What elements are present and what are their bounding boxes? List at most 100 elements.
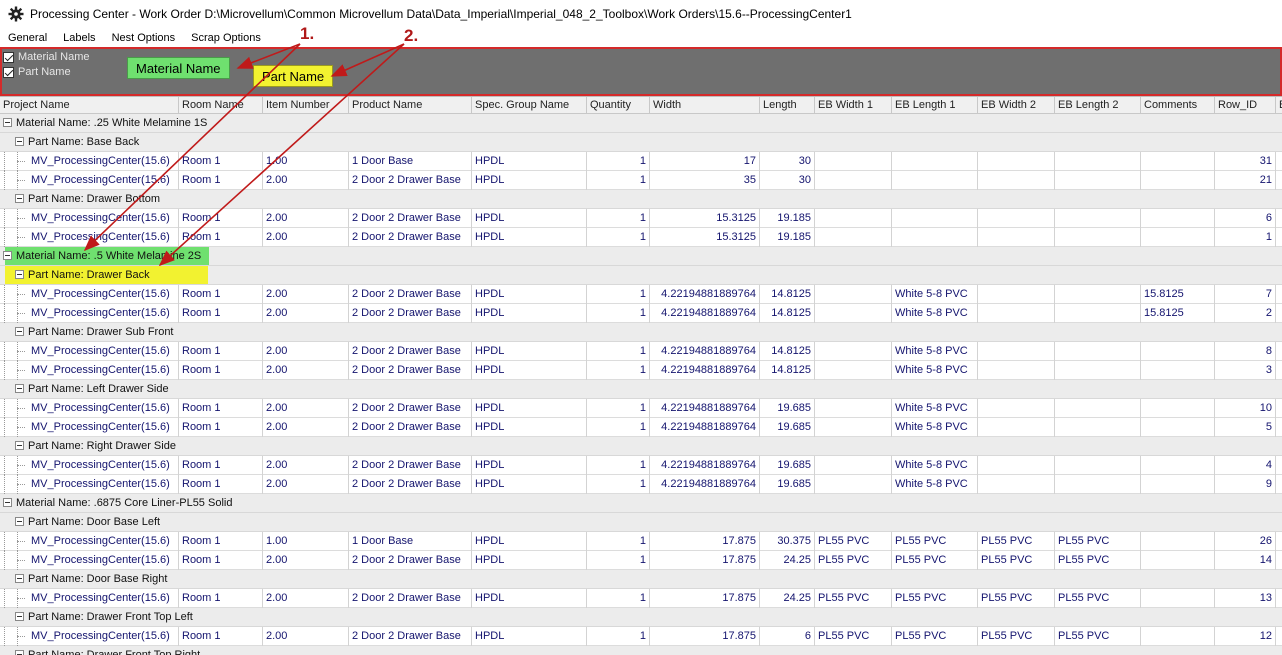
cell-item-number[interactable]: 2.00 [263,285,349,304]
cell-product-name[interactable]: 2 Door 2 Drawer Base [349,551,472,570]
cell-width[interactable]: 15.3125 [650,228,760,247]
cell-eb-width-2[interactable] [978,171,1055,190]
col-b[interactable]: B [1276,97,1282,114]
cell-eb-width-1[interactable]: PL55 PVC [815,532,892,551]
cell-quantity[interactable]: 1 [587,418,650,437]
table-row[interactable]: MV_ProcessingCenter(15.6) Room 1 2.00 2 Doo… [0,589,1282,608]
cell-project-name[interactable]: MV_ProcessingCenter(15.6) [28,152,179,171]
col-eb-width-1[interactable]: EB Width 1 [815,97,892,114]
cell-eb-length-1[interactable]: White 5-8 PVC [892,475,978,494]
cell-room-name[interactable]: Room 1 [179,532,263,551]
cell-item-number[interactable]: 2.00 [263,627,349,646]
cell-eb-width-1[interactable]: PL55 PVC [815,589,892,608]
cell-quantity[interactable]: 1 [587,285,650,304]
cell-eb-width-2[interactable] [978,228,1055,247]
part-group-row[interactable]: Part Name: Base Back [0,133,1282,152]
menu-general[interactable]: General [0,30,55,46]
cell-quantity[interactable]: 1 [587,589,650,608]
cell-width[interactable]: 17.875 [650,532,760,551]
cell-row-id[interactable]: 12 [1215,627,1276,646]
cell-comments[interactable] [1141,475,1215,494]
cell-comments[interactable] [1141,171,1215,190]
col-width[interactable]: Width [650,97,760,114]
cell-project-name[interactable]: MV_ProcessingCenter(15.6) [28,171,179,190]
cell-quantity[interactable]: 1 [587,551,650,570]
cell-project-name[interactable]: MV_ProcessingCenter(15.6) [28,627,179,646]
cell-spec-group-name[interactable]: HPDL [472,399,587,418]
cell-room-name[interactable]: Room 1 [179,342,263,361]
cell-project-name[interactable]: MV_ProcessingCenter(15.6) [28,361,179,380]
cell-comments[interactable]: 15.8125 [1141,304,1215,323]
cell-eb-width-1[interactable] [815,361,892,380]
cell-room-name[interactable]: Room 1 [179,589,263,608]
cell-eb-width-1[interactable] [815,228,892,247]
group-chip-material-name[interactable]: Material Name [127,57,230,79]
cell-spec-group-name[interactable]: HPDL [472,418,587,437]
collapse-toggle-icon[interactable] [15,441,24,450]
cell-eb-length-2[interactable] [1055,228,1141,247]
cell-row-id[interactable]: 4 [1215,456,1276,475]
cell-eb-length-2[interactable] [1055,152,1141,171]
cell-eb-length-1[interactable]: White 5-8 PVC [892,361,978,380]
table-row[interactable]: MV_ProcessingCenter(15.6) Room 1 2.00 2 Doo… [0,551,1282,570]
cell-product-name[interactable]: 2 Door 2 Drawer Base [349,209,472,228]
table-row[interactable]: MV_ProcessingCenter(15.6) Room 1 2.00 2 Doo… [0,171,1282,190]
cell-comments[interactable] [1141,589,1215,608]
table-row[interactable]: MV_ProcessingCenter(15.6) Room 1 2.00 2 Doo… [0,285,1282,304]
material-name-checkbox-row[interactable]: Material Name [3,51,90,63]
cell-quantity[interactable]: 1 [587,152,650,171]
cell-row-id[interactable]: 7 [1215,285,1276,304]
cell-project-name[interactable]: MV_ProcessingCenter(15.6) [28,418,179,437]
cell-eb-width-1[interactable] [815,342,892,361]
col-item-number[interactable]: Item Number [263,97,349,114]
menu-nest-options[interactable]: Nest Options [104,30,184,46]
cell-project-name[interactable]: MV_ProcessingCenter(15.6) [28,228,179,247]
cell-eb-length-2[interactable] [1055,418,1141,437]
cell-comments[interactable] [1141,456,1215,475]
cell-eb-length-1[interactable]: White 5-8 PVC [892,456,978,475]
cell-eb-width-1[interactable] [815,304,892,323]
cell-eb-width-2[interactable] [978,285,1055,304]
cell-length[interactable]: 19.685 [760,456,815,475]
table-row[interactable]: MV_ProcessingCenter(15.6) Room 1 2.00 2 Doo… [0,361,1282,380]
cell-eb-width-2[interactable] [978,209,1055,228]
cell-quantity[interactable]: 1 [587,209,650,228]
collapse-toggle-icon[interactable] [15,270,24,279]
collapse-toggle-icon[interactable] [15,327,24,336]
cell-spec-group-name[interactable]: HPDL [472,475,587,494]
cell-quantity[interactable]: 1 [587,304,650,323]
cell-width[interactable]: 4.22194881889764 [650,304,760,323]
menu-scrap-options[interactable]: Scrap Options [183,30,269,46]
collapse-toggle-icon[interactable] [15,137,24,146]
part-group-row[interactable]: Part Name: Drawer Bottom [0,190,1282,209]
col-eb-width-2[interactable]: EB Width 2 [978,97,1055,114]
cell-product-name[interactable]: 2 Door 2 Drawer Base [349,304,472,323]
cell-product-name[interactable]: 2 Door 2 Drawer Base [349,456,472,475]
table-row[interactable]: MV_ProcessingCenter(15.6) Room 1 2.00 2 Doo… [0,209,1282,228]
cell-width[interactable]: 15.3125 [650,209,760,228]
cell-length[interactable]: 14.8125 [760,285,815,304]
table-row[interactable]: MV_ProcessingCenter(15.6) Room 1 2.00 2 Doo… [0,399,1282,418]
cell-eb-width-1[interactable] [815,152,892,171]
cell-item-number[interactable]: 2.00 [263,589,349,608]
cell-eb-width-1[interactable] [815,418,892,437]
cell-length[interactable]: 14.8125 [760,361,815,380]
cell-item-number[interactable]: 2.00 [263,418,349,437]
cell-product-name[interactable]: 2 Door 2 Drawer Base [349,418,472,437]
cell-project-name[interactable]: MV_ProcessingCenter(15.6) [28,551,179,570]
col-project-name[interactable]: Project Name [0,97,179,114]
cell-eb-length-2[interactable] [1055,399,1141,418]
cell-eb-width-2[interactable]: PL55 PVC [978,589,1055,608]
cell-room-name[interactable]: Room 1 [179,228,263,247]
cell-eb-width-2[interactable]: PL55 PVC [978,627,1055,646]
cell-product-name[interactable]: 2 Door 2 Drawer Base [349,285,472,304]
cell-length[interactable]: 19.185 [760,209,815,228]
cell-eb-width-2[interactable] [978,361,1055,380]
cell-eb-length-2[interactable] [1055,209,1141,228]
cell-quantity[interactable]: 1 [587,228,650,247]
cell-eb-width-1[interactable] [815,171,892,190]
cell-item-number[interactable]: 2.00 [263,342,349,361]
cell-width[interactable]: 35 [650,171,760,190]
col-quantity[interactable]: Quantity [587,97,650,114]
cell-eb-length-2[interactable] [1055,171,1141,190]
